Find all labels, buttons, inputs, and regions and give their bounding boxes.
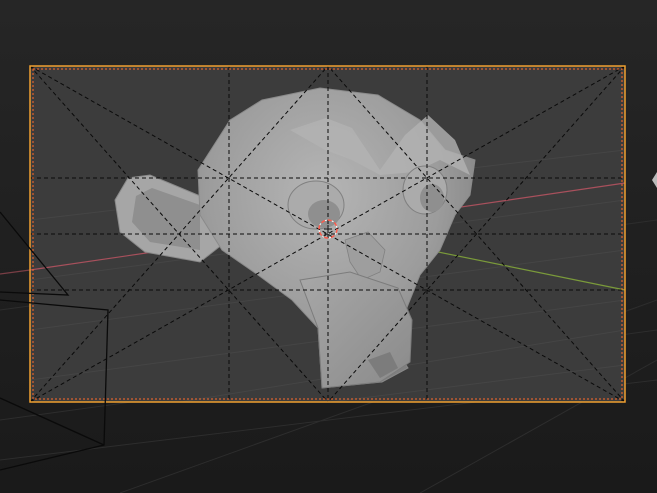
right-eye-shade [420,184,444,212]
3d-viewport[interactable] [0,0,657,493]
